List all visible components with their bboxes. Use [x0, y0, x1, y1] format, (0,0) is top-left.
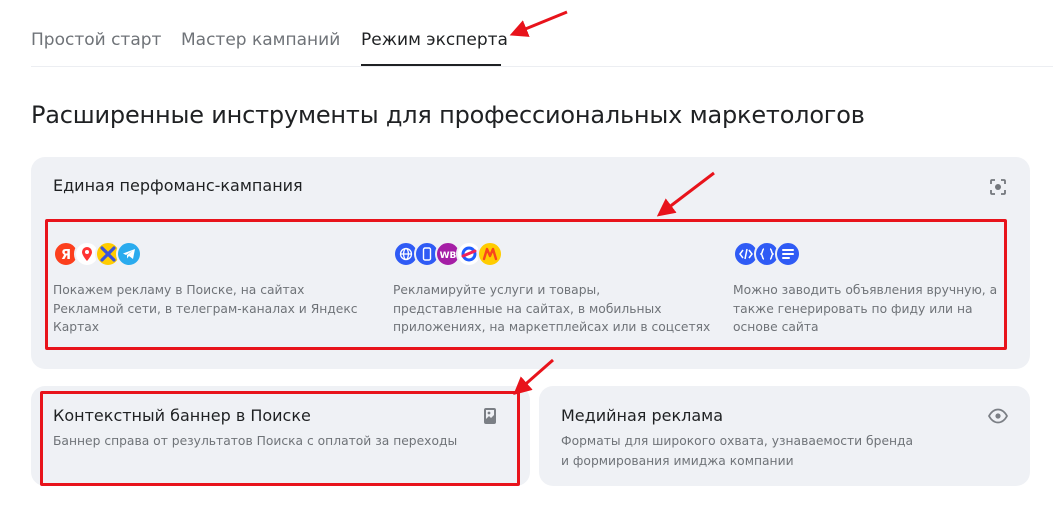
feature-objects: WB Рекламируйте услуги и товары, предста… — [393, 240, 713, 335]
svg-text:Я: Я — [61, 248, 71, 261]
context-banner-desc: Баннер справа от результатов Поиска с оп… — [53, 434, 458, 448]
svg-text:WB: WB — [440, 251, 457, 260]
media-ads-desc: Форматы для широкого охвата, узнаваемост… — [561, 432, 913, 471]
media-ads-desc-line-1: Форматы для широкого охвата, узнаваемост… — [561, 434, 914, 448]
feature-placements: Я Покажем рекламу в Поиске, на сайтах Ре… — [53, 240, 373, 337]
performance-card-title: Единая перфоманс-кампания — [53, 176, 303, 195]
mode-tabs: Простой старт Мастер кампаний Режим эксп… — [31, 0, 1053, 67]
placement-icons: Я — [53, 240, 373, 268]
active-tab-indicator — [361, 64, 501, 66]
creation-icons — [733, 240, 1008, 268]
feature-placements-text: Покажем рекламу в Поиске, на сайтах Рекл… — [53, 283, 358, 334]
telegram-icon — [116, 241, 142, 267]
tab-simple-start[interactable]: Простой старт — [31, 30, 161, 50]
image-icon — [481, 407, 499, 425]
context-banner-title: Контекстный баннер в Поиске — [53, 406, 311, 425]
eye-icon — [987, 407, 1009, 425]
media-ads-title: Медийная реклама — [561, 406, 724, 425]
object-icons: WB — [393, 240, 713, 268]
page-title: Расширенные инструменты для профессионал… — [31, 101, 865, 129]
yandex-market-icon — [477, 241, 503, 267]
tab-expert-mode[interactable]: Режим эксперта — [361, 30, 508, 50]
media-ads-card[interactable]: Медийная реклама Форматы для широкого ох… — [539, 386, 1030, 486]
feature-ad-creation-text: Можно заводить объявления вручную, а так… — [733, 283, 998, 334]
focus-scan-icon — [988, 177, 1008, 197]
performance-campaign-card[interactable]: Единая перфоманс-кампания Я Покажем рекл… — [31, 157, 1030, 369]
feature-ad-creation: Можно заводить объявления вручную, а так… — [733, 240, 1008, 337]
feature-objects-text: Рекламируйте услуги и товары, представле… — [393, 283, 711, 334]
context-banner-card[interactable]: Контекстный баннер в Поиске Баннер справ… — [31, 386, 530, 486]
tab-campaign-master[interactable]: Мастер кампаний — [181, 30, 340, 50]
expert-mode-screen: Простой старт Мастер кампаний Режим эксп… — [0, 0, 1053, 516]
media-ads-desc-line-2: и формирования имиджа компании — [561, 453, 794, 468]
site-list-icon — [775, 241, 801, 267]
